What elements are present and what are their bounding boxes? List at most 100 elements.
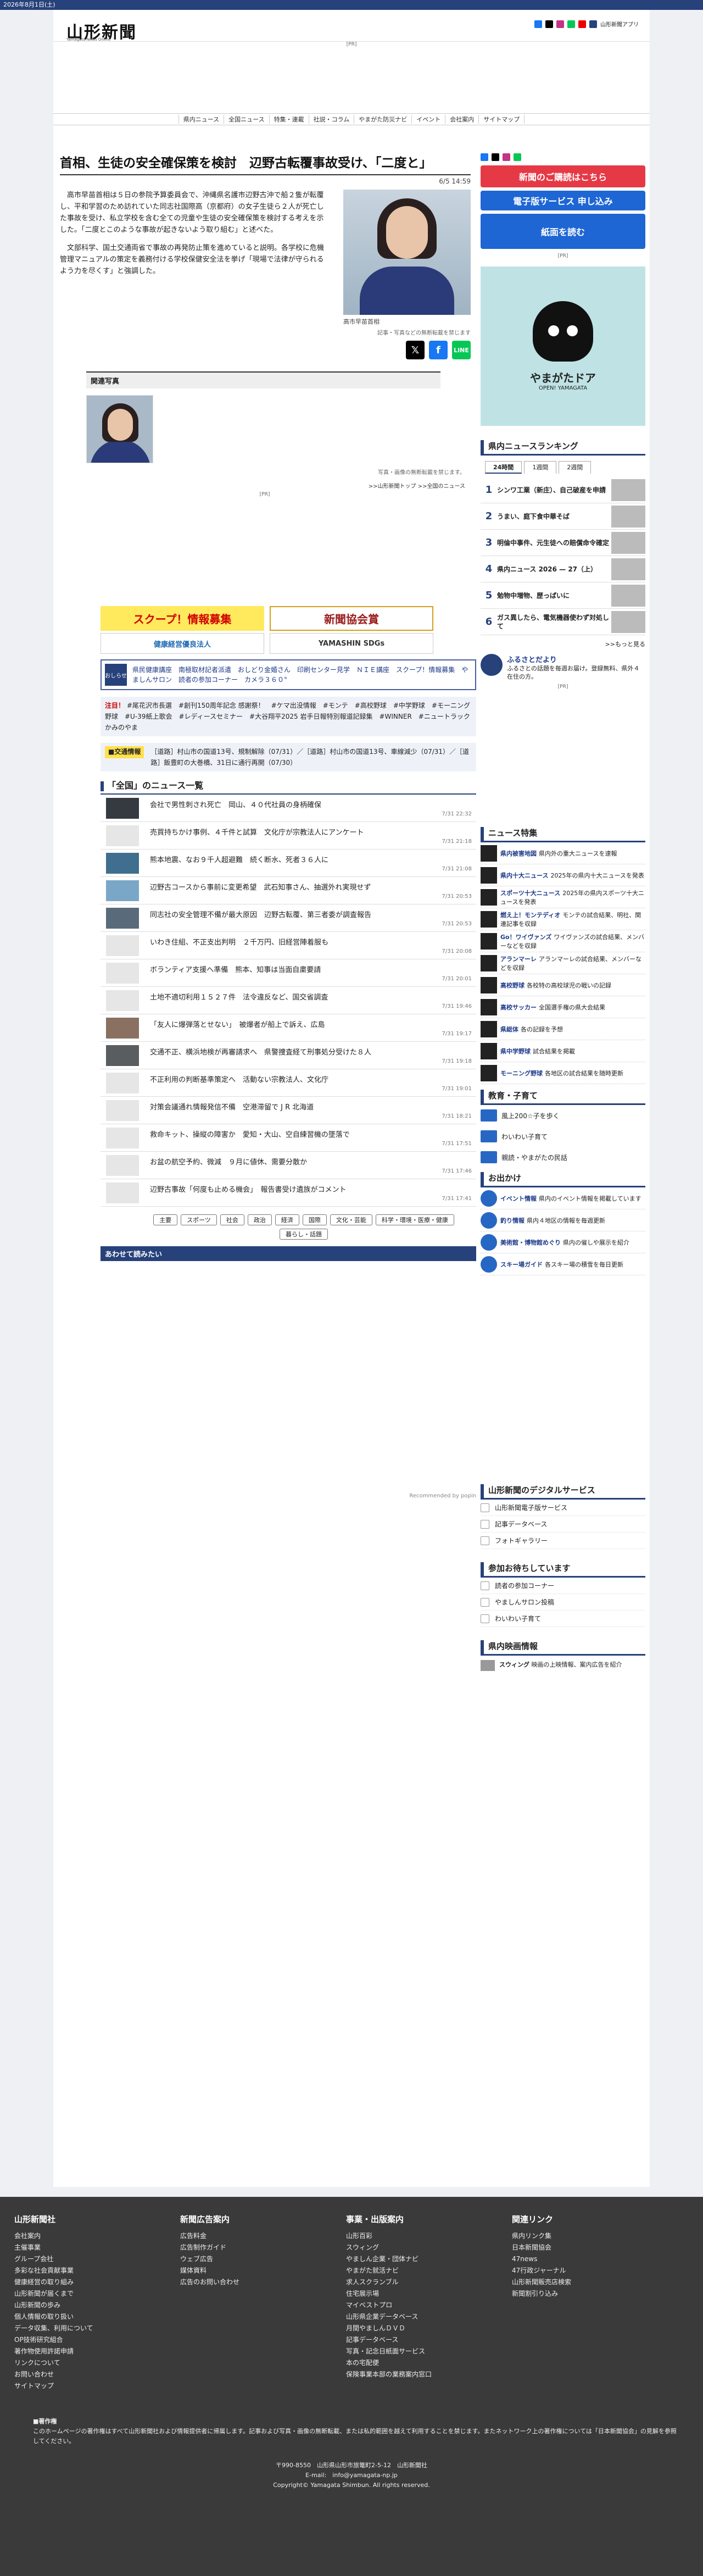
- category-link[interactable]: 文化・芸能: [330, 1214, 372, 1225]
- footer-link[interactable]: 県内リンク集: [512, 2230, 678, 2242]
- ranking-item[interactable]: 2 うまい、庭下食中華そば: [481, 503, 645, 530]
- edu-item[interactable]: 風上200☆子を歩く: [481, 1105, 645, 1126]
- outing-item[interactable]: 釣り情報 県内４地区の情報を毎週更新: [481, 1209, 645, 1231]
- rank-title[interactable]: シンワ工業（新庄）、自己破産を申請: [497, 486, 611, 495]
- news-item[interactable]: 不正利用の判断基準策定へ 活動ない宗教法人、文化庁 7/31 19:01: [101, 1069, 476, 1097]
- news-title[interactable]: 土地不適切利用１５２７件 法令違反など、国交省調査: [150, 991, 328, 1002]
- press-award-banner[interactable]: 新聞協会賞: [270, 606, 433, 631]
- ranking-tab[interactable]: 24時間: [485, 461, 522, 474]
- footer-link[interactable]: 著作物使用許諾申請: [14, 2346, 180, 2357]
- footer-link[interactable]: 主催事業: [14, 2242, 180, 2253]
- footer-link[interactable]: リンクについて: [14, 2357, 180, 2369]
- instagram-icon[interactable]: [556, 20, 564, 28]
- youtube-icon[interactable]: [578, 20, 586, 28]
- digital-item[interactable]: フォトギャラリー: [481, 1533, 645, 1549]
- rank-title[interactable]: 明倫中事件、元生徒への賠償命令確定: [497, 538, 611, 547]
- footer-link[interactable]: 山形新聞販売店検索: [512, 2277, 678, 2288]
- news-title[interactable]: 会社で男性刺され死亡 岡山、４０代社員の身柄確保: [150, 799, 321, 809]
- news-item[interactable]: 会社で男性刺され死亡 岡山、４０代社員の身柄確保 7/31 22:32: [101, 795, 476, 822]
- feature-item[interactable]: モーニング野球 各地区の試合結果を随時更新: [481, 1062, 645, 1084]
- footer-link[interactable]: 住宅展示場: [346, 2288, 512, 2300]
- footer-link[interactable]: スウィング: [346, 2242, 512, 2253]
- ranking-item[interactable]: 4 県内ニュース 2026 — 27（上）: [481, 556, 645, 582]
- app-link[interactable]: 山形新聞アプリ: [600, 20, 639, 28]
- news-title[interactable]: 救命キット、操縦の障害か 愛知・大山、空自練習機の墜落で: [150, 1129, 350, 1139]
- footer-link[interactable]: お問い合わせ: [14, 2369, 180, 2380]
- feature-item[interactable]: 県内十大ニュース 2025年の県内十大ニュースを発表: [481, 864, 645, 886]
- facebook-share-icon[interactable]: f: [429, 341, 448, 359]
- news-title[interactable]: 辺野古コースから事前に変更希望 武石知事さん、抽選外れ実現せず: [150, 881, 371, 892]
- instagram-icon[interactable]: [503, 153, 510, 161]
- category-link[interactable]: 主要: [153, 1214, 178, 1225]
- movie-item[interactable]: スウィング 映画の上映情報、案内広告を紹介: [481, 1660, 645, 1671]
- line-icon[interactable]: [567, 20, 575, 28]
- nav-item[interactable]: 社説・コラム: [308, 115, 354, 124]
- facebook-icon[interactable]: [481, 153, 488, 161]
- x-share-icon[interactable]: 𝕏: [406, 341, 425, 359]
- footer-link[interactable]: 個人情報の取り扱い: [14, 2311, 180, 2323]
- news-title[interactable]: 熊本地震、なお９千人超避難 続く断水、死者３６人に: [150, 854, 328, 864]
- footer-link[interactable]: 広告制作ガイド: [180, 2242, 346, 2253]
- nav-item[interactable]: 特集・連載: [269, 115, 309, 124]
- news-title[interactable]: いわき住組、不正支出判明 ２千万円、旧経営陣着服も: [150, 936, 328, 947]
- feature-item[interactable]: アランマーレ アランマーレの試合結果、メンバーなどを収録: [481, 952, 645, 974]
- footer-link[interactable]: 会社案内: [14, 2230, 180, 2242]
- footer-link[interactable]: 山形新聞が届くまで: [14, 2288, 180, 2300]
- footer-link[interactable]: 山形百彩: [346, 2230, 512, 2242]
- related-photo-thumb[interactable]: [86, 395, 153, 463]
- rank-title[interactable]: 勉物中増物、歴っぱいに: [497, 591, 611, 600]
- category-link[interactable]: 政治: [247, 1214, 272, 1225]
- nav-item[interactable]: やまがた防災ナビ: [354, 115, 411, 124]
- footer-link[interactable]: ウェブ広告: [180, 2253, 346, 2265]
- health-banner[interactable]: 健康経営優良法人: [101, 633, 264, 654]
- news-item[interactable]: 交通不正、横浜地検が再審請求へ 県警捜査経て刑事処分受けた８人 7/31 19:1…: [101, 1042, 476, 1069]
- news-title[interactable]: 売買持ちかけ事例、４千件と試算 文化庁が宗教法人にアンケート: [150, 826, 364, 837]
- rank-title[interactable]: ガス異したら、電気機器使わず対処して: [497, 613, 611, 631]
- footer-link[interactable]: 本の宅配便: [346, 2357, 512, 2369]
- nav-item[interactable]: 県内ニュース: [178, 115, 224, 124]
- app-icon[interactable]: [589, 20, 597, 28]
- nav-item[interactable]: サイトマップ: [478, 115, 525, 124]
- feature-item[interactable]: 燃え上！モンテディオ モンテの試合結果、明社、関連記事を収録: [481, 908, 645, 930]
- news-item[interactable]: 同志社の安全管理不備が最大原因 辺野古転覆、第三者委が調査報告 7/31 20:5…: [101, 904, 476, 932]
- footer-link[interactable]: 記事データベース: [346, 2334, 512, 2346]
- digital-item[interactable]: 記事データベース: [481, 1516, 645, 1533]
- news-item[interactable]: ボランティア支援へ準備 熊本、知事は当面自粛要請 7/31 20:01: [101, 959, 476, 987]
- breadcrumb-links[interactable]: >>山形新聞トップ >>全国のニュース: [53, 481, 465, 490]
- footer-link[interactable]: 媒体資料: [180, 2265, 346, 2277]
- footer-link[interactable]: 保険事業本部の業務案内窓口: [346, 2369, 512, 2380]
- x-icon[interactable]: [492, 153, 499, 161]
- category-link[interactable]: 国際: [302, 1214, 327, 1225]
- nav-item[interactable]: 会社案内: [445, 115, 478, 124]
- news-title[interactable]: 交通不正、横浜地検が再審請求へ 県警捜査経て刑事処分受けた８人: [150, 1046, 371, 1057]
- join-item[interactable]: わいわい子育て: [481, 1611, 645, 1627]
- footer-link[interactable]: やまがた就活ナビ: [346, 2265, 512, 2277]
- footer-link[interactable]: OP技術研究組合: [14, 2334, 180, 2346]
- edu-item[interactable]: 親読・やまがたの民話: [481, 1147, 645, 1168]
- outing-item[interactable]: スキー場ガイド 各スキー場の積雪を毎日更新: [481, 1253, 645, 1275]
- line-icon[interactable]: [514, 153, 521, 161]
- sdgs-banner[interactable]: YAMASHIN SDGs: [270, 633, 433, 654]
- nav-item[interactable]: 全国ニュース: [224, 115, 269, 124]
- footer-link[interactable]: 新聞割引り込み: [512, 2288, 678, 2300]
- footer-link[interactable]: マイベストプロ: [346, 2300, 512, 2311]
- news-item[interactable]: いわき住組、不正支出判明 ２千万円、旧経営陣着服も 7/31 20:08: [101, 932, 476, 959]
- news-item[interactable]: 辺野古コースから事前に変更希望 武石知事さん、抽選外れ実現せず 7/31 20:5…: [101, 877, 476, 904]
- join-item[interactable]: 読者の参加コーナー: [481, 1578, 645, 1594]
- feature-item[interactable]: 県総体 各の記録を予想: [481, 1018, 645, 1040]
- news-item[interactable]: お盆の航空予約、微減 ９月に値休、需要分散か 7/31 17:46: [101, 1152, 476, 1179]
- category-link[interactable]: 社会: [220, 1214, 244, 1225]
- edu-item[interactable]: わいわい子育て: [481, 1126, 645, 1147]
- feature-item[interactable]: スポーツ十大ニュース 2025年の県内スポーツ十大ニュースを発表: [481, 886, 645, 908]
- ranking-tab[interactable]: 1週間: [524, 461, 557, 474]
- scoop-banner[interactable]: スクープ！情報募集: [101, 606, 264, 631]
- nav-item[interactable]: イベント: [411, 115, 445, 124]
- join-item[interactable]: やましんサロン投稿: [481, 1594, 645, 1611]
- footer-link[interactable]: 47news: [512, 2253, 678, 2265]
- feature-item[interactable]: 県内被害地図 県内外の重大ニュースを速報: [481, 842, 645, 864]
- feature-item[interactable]: 高校野球 各校特の高校球児の戦いの記録: [481, 974, 645, 996]
- category-link[interactable]: 経済: [275, 1214, 299, 1225]
- news-title[interactable]: 「友人に爆弾落とせない」 被爆者が船上で訴え、広島: [150, 1019, 325, 1029]
- news-item[interactable]: 「友人に爆弾落とせない」 被爆者が船上で訴え、広島 7/31 19:17: [101, 1014, 476, 1042]
- article-image[interactable]: [343, 190, 471, 315]
